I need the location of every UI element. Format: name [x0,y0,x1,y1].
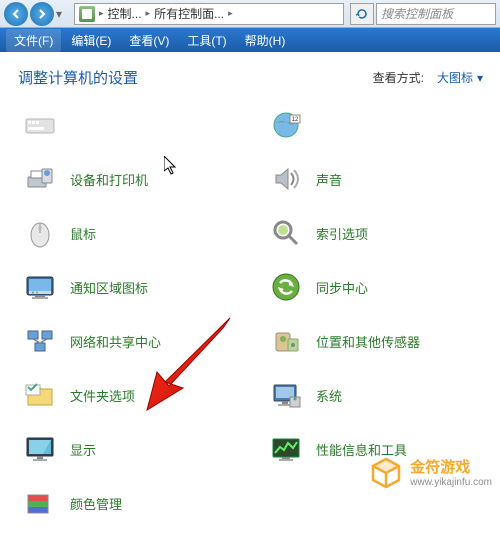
cp-item-label: 显示 [70,440,96,459]
cp-item-location-sensors[interactable]: 位置和其他传感器 [264,317,490,365]
search-placeholder: 搜索控制面板 [381,5,453,22]
cp-item-keyboard[interactable] [18,101,244,149]
cp-item-region[interactable]: 12 [264,101,490,149]
location-sensors-icon [268,323,304,359]
sync-center-icon [268,269,304,305]
color-management-icon [22,485,58,521]
region-icon: 12 [268,107,304,143]
chevron-down-icon: ▾ [477,71,483,85]
search-input[interactable]: 搜索控制面板 [376,3,496,25]
watermark: 金符游戏 www.yikajinfu.com [368,456,492,492]
cp-item-label: 文件夹选项 [70,386,135,405]
cp-item-label: 位置和其他传感器 [316,332,420,351]
breadcrumb-seg-1[interactable]: 控制... [108,5,142,22]
control-panel-icon [79,6,95,22]
performance-icon [268,431,304,467]
cp-item-folder-options[interactable]: 文件夹选项 [18,371,244,419]
cp-item-network-sharing[interactable]: 网络和共享中心 [18,317,244,365]
cp-item-label: 颜色管理 [70,494,122,513]
cp-item-display[interactable]: 显示 [18,425,244,473]
menu-bar: 文件(F) 编辑(E) 查看(V) 工具(T) 帮助(H) [0,28,500,52]
menu-tools[interactable]: 工具(T) [179,29,234,52]
watermark-cube-icon [368,456,404,492]
display-icon [22,431,58,467]
refresh-button[interactable] [350,3,374,25]
address-bar[interactable]: ▸ 控制... ▸ 所有控制面... ▸ [74,3,344,25]
cp-item-devices-printers[interactable]: 设备和打印机 [18,155,244,203]
cp-item-label: 声音 [316,170,342,189]
cp-item-notification-area[interactable]: 通知区域图标 [18,263,244,311]
cp-item-color-management[interactable]: 颜色管理 [18,479,244,527]
page-title: 调整计算机的设置 [18,67,373,88]
view-mode-label: 查看方式: [373,69,424,86]
breadcrumb-seg-2[interactable]: 所有控制面... [154,5,224,22]
notification-area-icon [22,269,58,305]
cp-item-sync-center[interactable]: 同步中心 [264,263,490,311]
breadcrumb-arrow-icon: ▸ [146,8,151,19]
devices-printers-icon [22,161,58,197]
breadcrumb-arrow-icon: ▸ [228,8,233,19]
menu-view[interactable]: 查看(V) [121,29,177,52]
view-mode-value: 大图标 [437,69,473,86]
menu-help[interactable]: 帮助(H) [237,29,294,52]
view-mode-dropdown[interactable]: 大图标 ▾ [430,66,490,89]
cp-item-label: 网络和共享中心 [70,332,161,351]
cp-item-label: 鼠标 [70,224,96,243]
index-icon [268,215,304,251]
watermark-title: 金符游戏 [410,460,492,477]
cp-item-system[interactable]: 系统 [264,371,490,419]
window-titlebar: ▾ ▸ 控制... ▸ 所有控制面... ▸ 搜索控制面板 [0,0,500,28]
cp-item-mouse[interactable]: 鼠标 [18,209,244,257]
sound-icon [268,161,304,197]
content-header: 调整计算机的设置 查看方式: 大图标 ▾ [18,66,490,89]
cp-item-label: 索引选项 [316,224,368,243]
mouse-icon [22,215,58,251]
nav-forward-button[interactable] [30,2,54,26]
cp-item-index[interactable]: 索引选项 [264,209,490,257]
cp-item-label: 通知区域图标 [70,278,148,297]
network-sharing-icon [22,323,58,359]
watermark-url: www.yikajinfu.com [410,477,492,488]
menu-file[interactable]: 文件(F) [6,29,61,52]
menu-edit[interactable]: 编辑(E) [63,29,119,52]
cp-item-label: 系统 [316,386,342,405]
cp-item-label: 同步中心 [316,278,368,297]
cp-item-label: 设备和打印机 [70,170,148,189]
nav-back-button[interactable] [4,2,28,26]
keyboard-icon [22,107,58,143]
folder-options-icon [22,377,58,413]
nav-history-dropdown[interactable]: ▾ [56,7,68,21]
system-icon [268,377,304,413]
svg-text:12: 12 [292,117,299,123]
cp-item-sound[interactable]: 声音 [264,155,490,203]
breadcrumb-arrow-icon: ▸ [99,8,104,19]
